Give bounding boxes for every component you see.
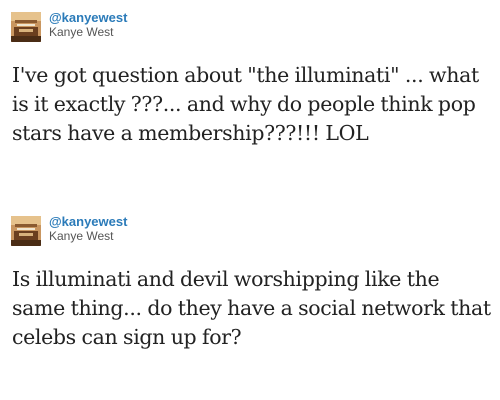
tweet-text: Is illuminati and devil worshipping like… [12,267,491,349]
avatar[interactable] [11,216,41,246]
avatar-icon [11,12,41,42]
tweet-author-name: Kanye West [49,229,114,243]
tweet-author-name: Kanye West [49,25,114,39]
avatar-icon [11,216,41,246]
avatar[interactable] [11,12,41,42]
tweet-handle[interactable]: @kanyewest [49,10,127,26]
tweet-handle[interactable]: @kanyewest [49,214,127,230]
tweet-text: I've got question about "the illuminati"… [12,63,479,145]
